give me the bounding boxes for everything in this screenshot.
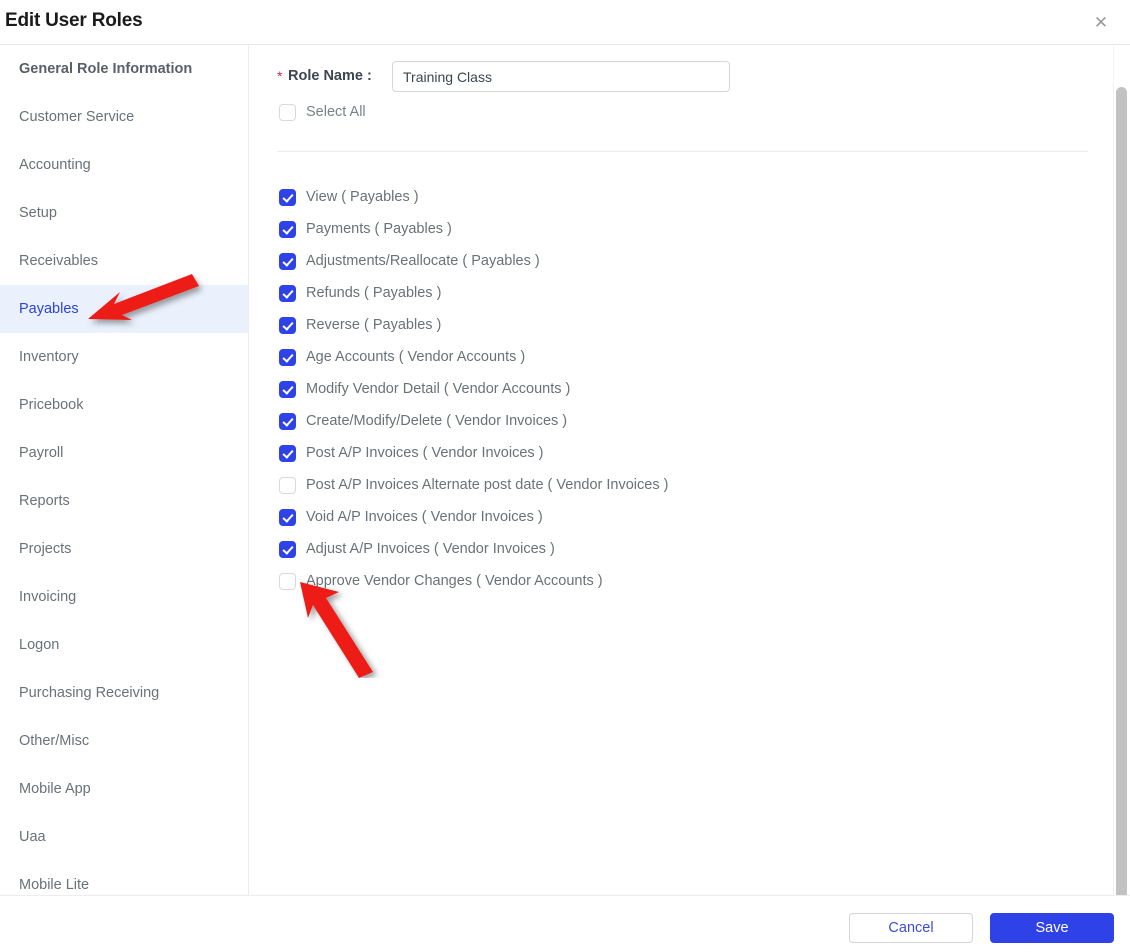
permission-label: Post A/P Invoices ( Vendor Invoices ) [306, 445, 544, 461]
permission-label: Void A/P Invoices ( Vendor Invoices ) [306, 509, 543, 525]
permission-checkbox[interactable] [279, 540, 296, 558]
sidebar-item-setup[interactable]: Setup [0, 189, 248, 237]
permission-row[interactable]: Adjust A/P Invoices ( Vendor Invoices ) [279, 533, 1079, 565]
sidebar-item-payables[interactable]: Payables [0, 285, 248, 333]
permission-checkbox[interactable] [279, 412, 296, 430]
permission-row[interactable]: Reverse ( Payables ) [279, 309, 1079, 341]
permission-row[interactable]: Approve Vendor Changes ( Vendor Accounts… [279, 565, 1079, 597]
permission-checkbox[interactable] [279, 220, 296, 238]
select-all-checkbox[interactable] [279, 103, 296, 121]
permission-checkbox[interactable] [279, 348, 296, 366]
sidebar-item-projects[interactable]: Projects [0, 525, 248, 573]
permission-checkbox[interactable] [279, 476, 296, 494]
permission-row[interactable]: View ( Payables ) [279, 181, 1079, 213]
sidebar-item-mobile-lite[interactable]: Mobile Lite [0, 861, 248, 895]
sidebar-item-inventory[interactable]: Inventory [0, 333, 248, 381]
sidebar-item-payroll[interactable]: Payroll [0, 429, 248, 477]
select-all-row[interactable]: Select All [279, 101, 366, 123]
permission-list: View ( Payables ) Payments ( Payables ) Ad… [279, 181, 1079, 597]
permission-checkbox[interactable] [279, 284, 296, 302]
sidebar: General Role Information Customer Service… [0, 45, 249, 895]
permission-checkbox[interactable] [279, 188, 296, 206]
sidebar-item-uaa[interactable]: Uaa [0, 813, 248, 861]
permission-row[interactable]: Create/Modify/Delete ( Vendor Invoices ) [279, 405, 1079, 437]
permission-checkbox[interactable] [279, 444, 296, 462]
close-icon[interactable]: ✕ [1090, 12, 1112, 34]
permission-label: Post A/P Invoices Alternate post date ( … [306, 477, 669, 493]
role-name-input[interactable] [392, 61, 730, 92]
sidebar-item-mobile-app[interactable]: Mobile App [0, 765, 248, 813]
permission-label: View ( Payables ) [306, 189, 419, 205]
permission-row[interactable]: Post A/P Invoices Alternate post date ( … [279, 469, 1079, 501]
permission-row[interactable]: Post A/P Invoices ( Vendor Invoices ) [279, 437, 1079, 469]
permission-checkbox[interactable] [279, 316, 296, 334]
sidebar-item-invoicing[interactable]: Invoicing [0, 573, 248, 621]
permission-label: Modify Vendor Detail ( Vendor Accounts ) [306, 381, 571, 397]
required-asterisk: * [277, 68, 283, 84]
sidebar-item-pricebook[interactable]: Pricebook [0, 381, 248, 429]
permission-label: Refunds ( Payables ) [306, 285, 442, 301]
permission-row[interactable]: Age Accounts ( Vendor Accounts ) [279, 341, 1079, 373]
sidebar-item-logon[interactable]: Logon [0, 621, 248, 669]
permission-checkbox[interactable] [279, 380, 296, 398]
edit-user-roles-dialog: Edit User Roles ✕ General Role Informati… [0, 0, 1130, 952]
sidebar-item-general-role-information[interactable]: General Role Information [0, 45, 248, 93]
permission-row[interactable]: Void A/P Invoices ( Vendor Invoices ) [279, 501, 1079, 533]
page-title: Edit User Roles [5, 10, 143, 31]
permission-checkbox[interactable] [279, 572, 296, 590]
permission-label: Adjust A/P Invoices ( Vendor Invoices ) [306, 541, 555, 557]
cancel-button[interactable]: Cancel [849, 913, 973, 943]
dialog-footer: Cancel Save [0, 895, 1130, 952]
permission-label: Create/Modify/Delete ( Vendor Invoices ) [306, 413, 568, 429]
sidebar-item-purchasing-receiving[interactable]: Purchasing Receiving [0, 669, 248, 717]
permission-label: Age Accounts ( Vendor Accounts ) [306, 349, 526, 365]
content-pane: * Role Name : Select All View ( Payables… [265, 45, 1105, 895]
sidebar-item-other-misc[interactable]: Other/Misc [0, 717, 248, 765]
content-scrollbar-track[interactable] [256, 45, 521, 895]
section-divider [277, 151, 1088, 152]
permission-label: Payments ( Payables ) [306, 221, 452, 237]
permission-label: Reverse ( Payables ) [306, 317, 442, 333]
sidebar-item-accounting[interactable]: Accounting [0, 141, 248, 189]
sidebar-item-list: General Role Information Customer Service… [0, 45, 248, 895]
sidebar-item-reports[interactable]: Reports [0, 477, 248, 525]
permission-checkbox[interactable] [279, 252, 296, 270]
dialog-header: Edit User Roles ✕ [0, 0, 1130, 45]
dialog-body: General Role Information Customer Service… [0, 45, 1130, 895]
permission-row[interactable]: Payments ( Payables ) [279, 213, 1079, 245]
dialog-scrollbar-thumb[interactable] [1116, 87, 1127, 915]
sidebar-item-receivables[interactable]: Receivables [0, 237, 248, 285]
save-button[interactable]: Save [990, 913, 1114, 943]
permission-row[interactable]: Adjustments/Reallocate ( Payables ) [279, 245, 1079, 277]
permission-label: Adjustments/Reallocate ( Payables ) [306, 253, 540, 269]
select-all-label: Select All [306, 104, 366, 120]
permission-label: Approve Vendor Changes ( Vendor Accounts… [306, 573, 603, 589]
permission-row[interactable]: Modify Vendor Detail ( Vendor Accounts ) [279, 373, 1079, 405]
dialog-scrollbar-track[interactable] [1113, 45, 1130, 915]
permission-checkbox[interactable] [279, 508, 296, 526]
role-name-label: Role Name : [288, 68, 372, 84]
sidebar-item-customer-service[interactable]: Customer Service [0, 93, 248, 141]
permission-row[interactable]: Refunds ( Payables ) [279, 277, 1079, 309]
